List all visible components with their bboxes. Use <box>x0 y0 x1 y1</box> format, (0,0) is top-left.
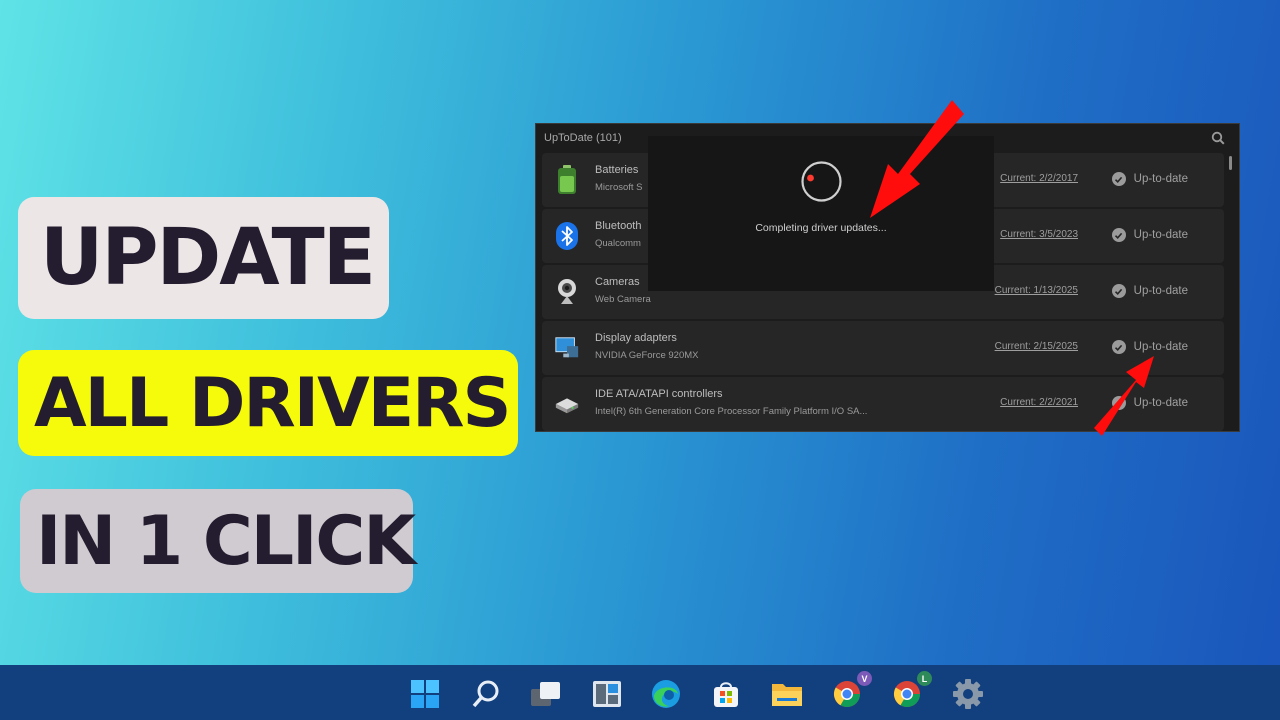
chrome-profile-l-icon[interactable]: L <box>890 671 932 711</box>
profile-badge-v: V <box>857 671 872 686</box>
device-name: IDE ATA/ATAPI controllers <box>595 388 723 400</box>
device-name: Cameras <box>595 276 640 288</box>
current-version-link[interactable]: Current: 2/2/2017 <box>1000 173 1078 184</box>
scrollbar[interactable] <box>1229 156 1232 170</box>
headline-all-drivers: ALL DRIVERS <box>18 350 518 456</box>
webcam-icon <box>554 275 580 309</box>
current-version-link[interactable]: Current: 2/2/2021 <box>1000 397 1078 408</box>
status-text: Up-to-date <box>1133 173 1188 185</box>
loading-spinner-icon <box>801 161 842 202</box>
bluetooth-icon <box>554 219 580 253</box>
taskbar: V L <box>0 665 1280 720</box>
headline-line2: ALL DRIVERS <box>34 363 511 443</box>
search-icon[interactable] <box>1211 131 1225 145</box>
status-text: Up-to-date <box>1133 229 1188 241</box>
device-model: Intel(R) 6th Generation Core Processor F… <box>595 406 868 417</box>
settings-icon[interactable] <box>951 677 985 711</box>
headline-in-1-click: IN 1 CLICK <box>20 489 416 593</box>
app-title: UpToDate (101) <box>544 132 622 144</box>
status-text: Up-to-date <box>1133 285 1188 297</box>
device-model: NVIDIA GeForce 920MX <box>595 350 699 361</box>
task-view-icon[interactable] <box>529 677 563 711</box>
device-name: Display adapters <box>595 332 677 344</box>
profile-badge-l: L <box>917 671 932 686</box>
device-name: Bluetooth <box>595 220 642 232</box>
disk-drive-icon <box>554 387 580 421</box>
device-model: Web Camera <box>595 294 651 305</box>
file-explorer-icon[interactable] <box>770 677 804 711</box>
status-badge: Up-to-date <box>1111 284 1188 298</box>
edge-browser-icon[interactable] <box>649 677 683 711</box>
battery-icon <box>554 163 580 197</box>
current-version-link[interactable]: Current: 3/5/2023 <box>1000 229 1078 240</box>
headline-line1: UPDATE <box>40 213 376 303</box>
headline-update: UPDATE <box>18 197 389 319</box>
widgets-icon[interactable] <box>590 677 624 711</box>
red-arrow-small-icon <box>1094 356 1154 436</box>
headline-line3: IN 1 CLICK <box>36 501 416 581</box>
current-version-link[interactable]: Current: 1/13/2025 <box>995 285 1078 296</box>
device-model: Qualcomm <box>595 238 641 249</box>
current-version-link[interactable]: Current: 2/15/2025 <box>995 341 1078 352</box>
check-icon <box>1111 284 1126 298</box>
monitor-icon <box>554 331 580 365</box>
windows-start-icon[interactable] <box>408 677 442 711</box>
device-name: Batteries <box>595 164 639 176</box>
device-model: Microsoft S <box>595 182 643 193</box>
status-badge: Up-to-date <box>1111 228 1188 242</box>
check-icon <box>1111 228 1126 242</box>
search-icon[interactable] <box>469 677 503 711</box>
red-arrow-large-icon <box>870 100 964 218</box>
chrome-profile-v-icon[interactable]: V <box>830 671 872 711</box>
store-icon[interactable] <box>709 677 743 711</box>
check-icon <box>1111 172 1126 186</box>
status-badge: Up-to-date <box>1111 172 1188 186</box>
